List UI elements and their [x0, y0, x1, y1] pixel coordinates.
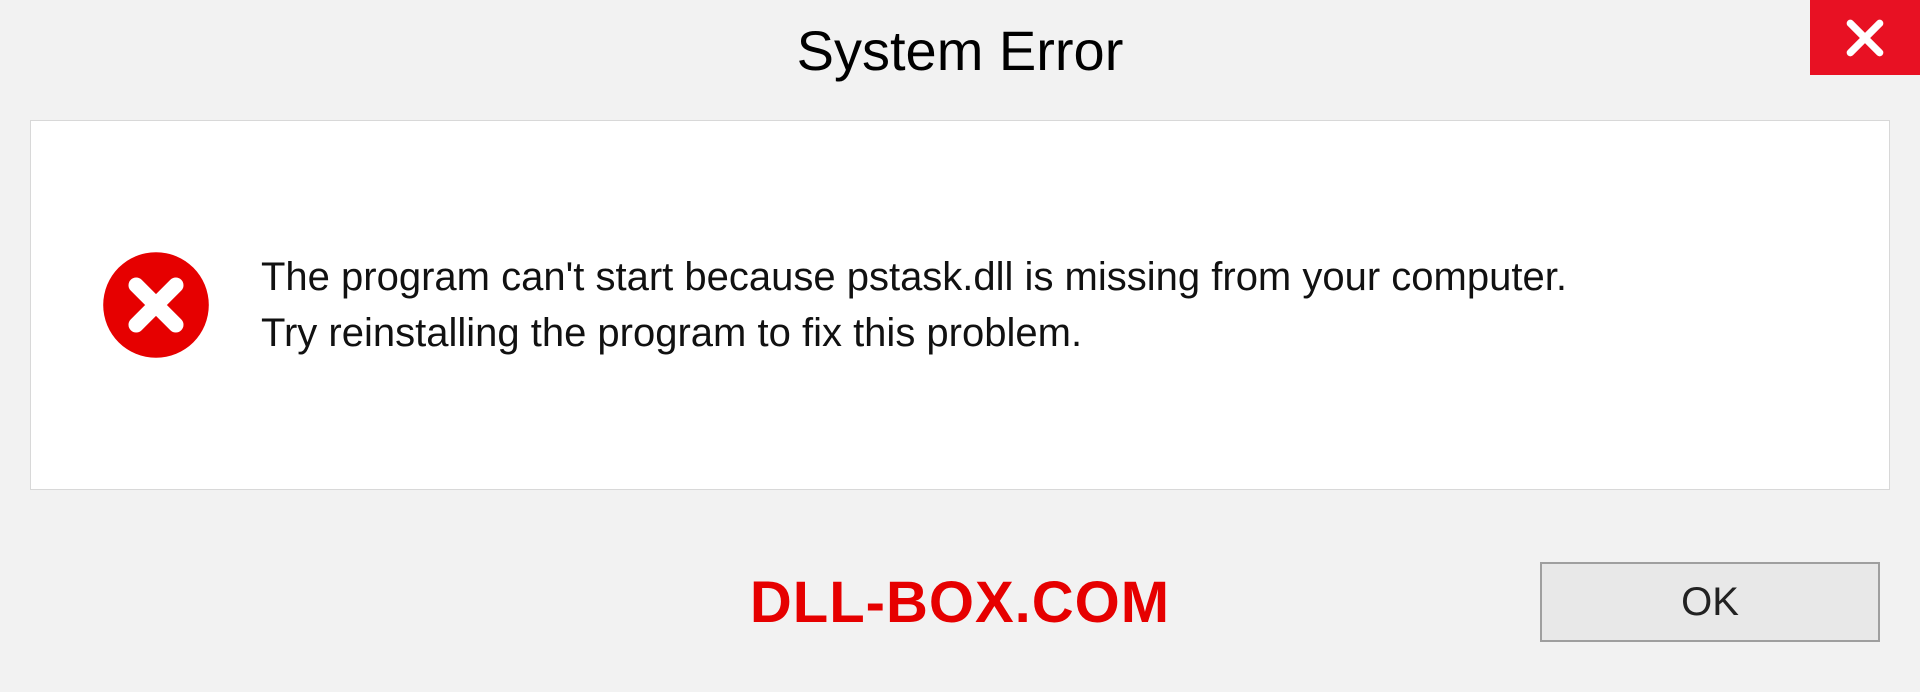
dialog-title: System Error: [797, 18, 1124, 83]
content-panel: The program can't start because pstask.d…: [30, 120, 1890, 490]
close-icon: [1843, 16, 1887, 60]
close-button[interactable]: [1810, 0, 1920, 75]
watermark-text: DLL-BOX.COM: [750, 569, 1170, 636]
error-icon: [101, 250, 211, 360]
dialog-footer: DLL-BOX.COM OK: [0, 532, 1920, 692]
error-message-line1: The program can't start because pstask.d…: [261, 249, 1567, 305]
title-bar: System Error: [0, 0, 1920, 100]
error-message: The program can't start because pstask.d…: [261, 249, 1567, 361]
ok-button[interactable]: OK: [1540, 562, 1880, 642]
error-message-line2: Try reinstalling the program to fix this…: [261, 305, 1567, 361]
